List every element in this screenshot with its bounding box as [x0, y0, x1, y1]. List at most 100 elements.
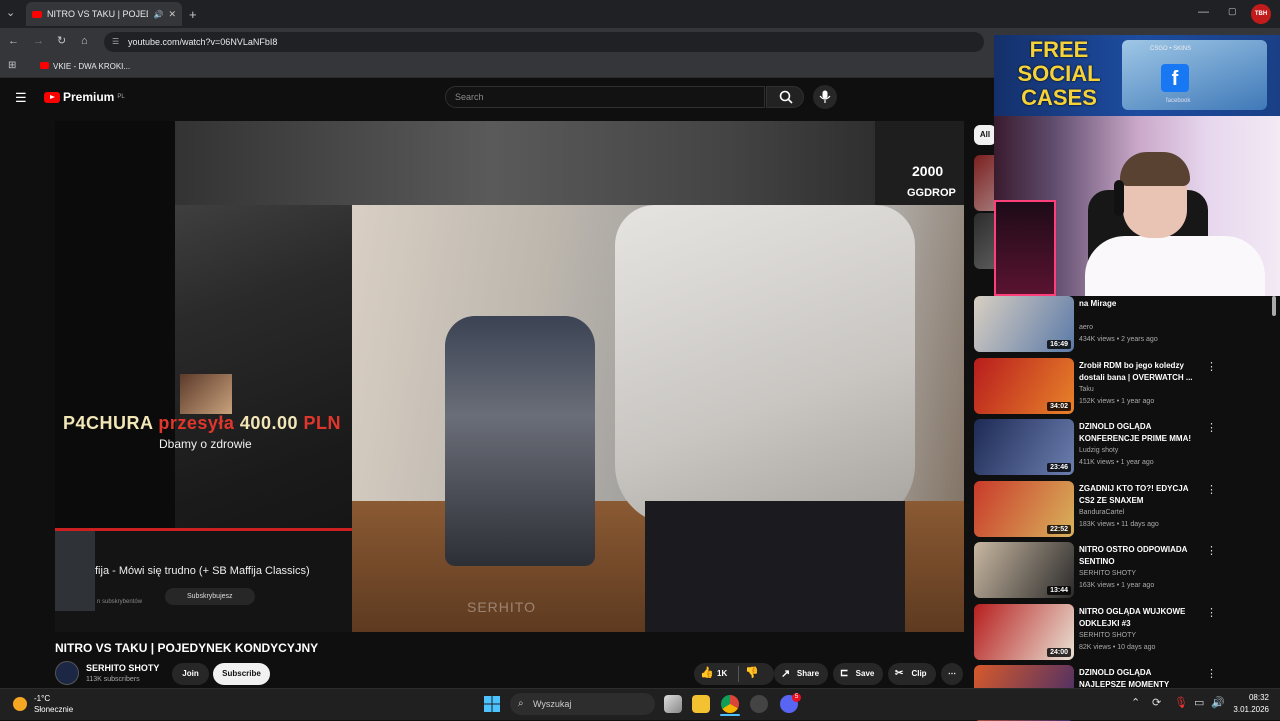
youtube-logo[interactable]: Premium PL: [44, 90, 125, 104]
channel-name: BanduraCartel: [1079, 508, 1125, 516]
browser-tab[interactable]: NITRO VS TAKU | POJEDYNEK KONDYCYJNY - Y…: [26, 2, 182, 26]
file-explorer-icon[interactable]: [692, 695, 710, 713]
video-duration: 34:02: [1047, 401, 1071, 411]
back-icon[interactable]: ←: [8, 36, 19, 47]
save-icon: ⊏: [840, 668, 849, 679]
like-count[interactable]: 1K: [717, 669, 727, 678]
task-view-icon[interactable]: [664, 695, 682, 713]
filter-chip-all[interactable]: All: [974, 125, 996, 145]
facebook-icon: f: [1161, 64, 1189, 92]
more-vertical-icon[interactable]: ⋮: [1206, 606, 1217, 619]
share-button[interactable]: ↗ Share: [774, 663, 828, 685]
more-vertical-icon[interactable]: ⋮: [1206, 544, 1217, 557]
mic-tray-icon[interactable]: 🎙: [1174, 698, 1188, 709]
donation-count: 2000: [912, 163, 944, 179]
video-meta: 411K views • 1 year ago: [1079, 459, 1154, 466]
more-vertical-icon[interactable]: ⋮: [1206, 360, 1217, 373]
subscribe-button[interactable]: Subscribe: [213, 663, 270, 685]
new-tab-icon[interactable]: +: [189, 8, 197, 21]
video-thumbnail: 13:44: [974, 542, 1074, 598]
network-icon[interactable]: ▭: [1194, 698, 1204, 709]
list-item[interactable]: 16:49 na Mirage aero 434K views • 2 years a…: [974, 296, 1274, 352]
ad-caption: CSGO • SKINS: [1150, 46, 1192, 52]
bookmark-item[interactable]: VKIE - DWA KROKI...: [53, 62, 130, 71]
more-vertical-icon[interactable]: ⋮: [1206, 483, 1217, 496]
list-item[interactable]: 24:00 NITRO OGLĄDA WUJKOWE ODKLEJKI #3 SER…: [974, 603, 1274, 660]
apps-grid-icon[interactable]: ⊞: [8, 61, 16, 71]
webcam-streamer-hair: [1120, 152, 1190, 186]
channel-name: Taku: [1079, 385, 1094, 393]
app-icon[interactable]: [750, 695, 768, 713]
site-info-icon[interactable]: ☰: [112, 37, 119, 46]
profile-avatar[interactable]: TBH: [1251, 4, 1271, 24]
channel-name[interactable]: SERHITO SHOTY: [86, 663, 159, 673]
donor-name: P4CHURA: [63, 413, 153, 433]
video-title: NITRO OSTRO ODPOWIADA SENTINO: [1079, 545, 1188, 566]
list-item[interactable]: 13:44 NITRO OSTRO ODPOWIADA SENTINO SERHIT…: [974, 542, 1274, 598]
like-icon[interactable]: 👍: [700, 666, 714, 679]
tray-chevron-icon[interactable]: ⌃: [1131, 698, 1140, 709]
search-input[interactable]: Search: [445, 86, 765, 108]
search-icon: [779, 90, 793, 104]
weather-description[interactable]: Słonecznie: [34, 705, 73, 714]
taskbar-search-input[interactable]: ⌕ Wyszukaj: [510, 693, 655, 715]
voice-search-button[interactable]: [813, 85, 837, 109]
video-background-top: [175, 121, 964, 205]
taskbar-date[interactable]: 3.01.2026: [1227, 705, 1269, 714]
video-duration: 24:00: [1047, 647, 1071, 657]
windows-start-icon[interactable]: [483, 695, 501, 713]
video-watermark: SERHITO: [467, 599, 536, 615]
video-meta: 163K views • 1 year ago: [1079, 582, 1155, 589]
list-item[interactable]: 34:02 Zrobił RDM bo jego koledzy dostali …: [974, 357, 1274, 414]
donation-message: Dbamy o zdrowie: [159, 437, 252, 451]
ad-footer: facebook: [1166, 98, 1191, 104]
youtube-favicon-icon: [32, 10, 42, 18]
address-bar[interactable]: ☰ youtube.com/watch?v=06NVLaNFbI8: [104, 32, 984, 52]
tab-close-icon[interactable]: ✕: [168, 9, 176, 20]
weather-temperature[interactable]: -1°C: [34, 694, 50, 703]
chrome-icon[interactable]: [721, 695, 739, 713]
save-button[interactable]: ⊏ Save: [833, 663, 883, 685]
taskbar-search-icon: ⌕: [518, 698, 524, 709]
more-horizontal-icon: ⋯: [948, 669, 956, 678]
tab-search-icon[interactable]: ⌄: [6, 8, 15, 19]
video-meta: 183K views • 11 days ago: [1079, 520, 1159, 528]
music-title: fija - Mówi się trudno (+ SB Maffija Cla…: [95, 565, 310, 577]
more-vertical-icon[interactable]: ⋮: [1206, 421, 1217, 434]
sync-icon[interactable]: ⟳: [1152, 698, 1161, 709]
clip-button[interactable]: ✂ Clip: [888, 663, 936, 685]
donor-avatar: [180, 374, 232, 414]
weather-sun-icon[interactable]: [13, 697, 27, 711]
sponsor-brand: GGDROP: [907, 187, 956, 199]
video-duration: 22:52: [1047, 524, 1071, 534]
video-thumbnail: 22:52: [974, 480, 1074, 537]
list-item[interactable]: 23:46 DZINOLD OGLĄDA KONFERENCJE PRIME MM…: [974, 419, 1274, 475]
audio-icon[interactable]: 🔊: [153, 10, 163, 19]
join-button[interactable]: Join: [172, 663, 209, 685]
list-item[interactable]: 22:52 ZGADNIJ KTO TO?! EDYCJA CS2 ZE SNAX…: [974, 480, 1274, 537]
video-title: NITRO OGLĄDA WUJKOWE ODKLEJKI #3: [1079, 606, 1186, 628]
channel-avatar[interactable]: [55, 661, 79, 685]
maximize-icon[interactable]: ▢: [1228, 7, 1237, 16]
bookmark-youtube-icon: [40, 62, 49, 69]
menu-icon[interactable]: ☰: [15, 91, 27, 104]
reload-icon[interactable]: ↻: [57, 36, 66, 47]
video-title: DZINOLD OGLĄDA KONFERENCJE PRIME MMA!: [1079, 422, 1192, 443]
forward-icon[interactable]: →: [33, 36, 44, 47]
home-icon[interactable]: ⌂: [81, 36, 88, 47]
video-player[interactable]: 2000 GGDROP SERHITO P4CHURA przesyła 400…: [55, 121, 964, 632]
search-button[interactable]: [766, 86, 804, 108]
ad-headline: FREE SOCIAL CASES: [1017, 37, 1101, 110]
youtube-play-icon: [44, 91, 60, 103]
gaming-chair: [445, 316, 595, 566]
video-title: na Mirage: [1079, 299, 1117, 308]
webcam-pc-case: [994, 200, 1056, 296]
channel-name: Ludzig shoty: [1079, 447, 1119, 454]
more-vertical-icon[interactable]: ⋮: [1206, 667, 1217, 680]
volume-icon[interactable]: 🔊: [1211, 698, 1225, 709]
sidebar-scrollbar[interactable]: [1272, 296, 1276, 316]
more-actions-button[interactable]: ⋯: [941, 663, 963, 685]
minimize-icon[interactable]: —: [1198, 7, 1209, 18]
dislike-icon[interactable]: 👎: [745, 666, 759, 679]
taskbar-clock[interactable]: 08:32: [1233, 693, 1269, 702]
